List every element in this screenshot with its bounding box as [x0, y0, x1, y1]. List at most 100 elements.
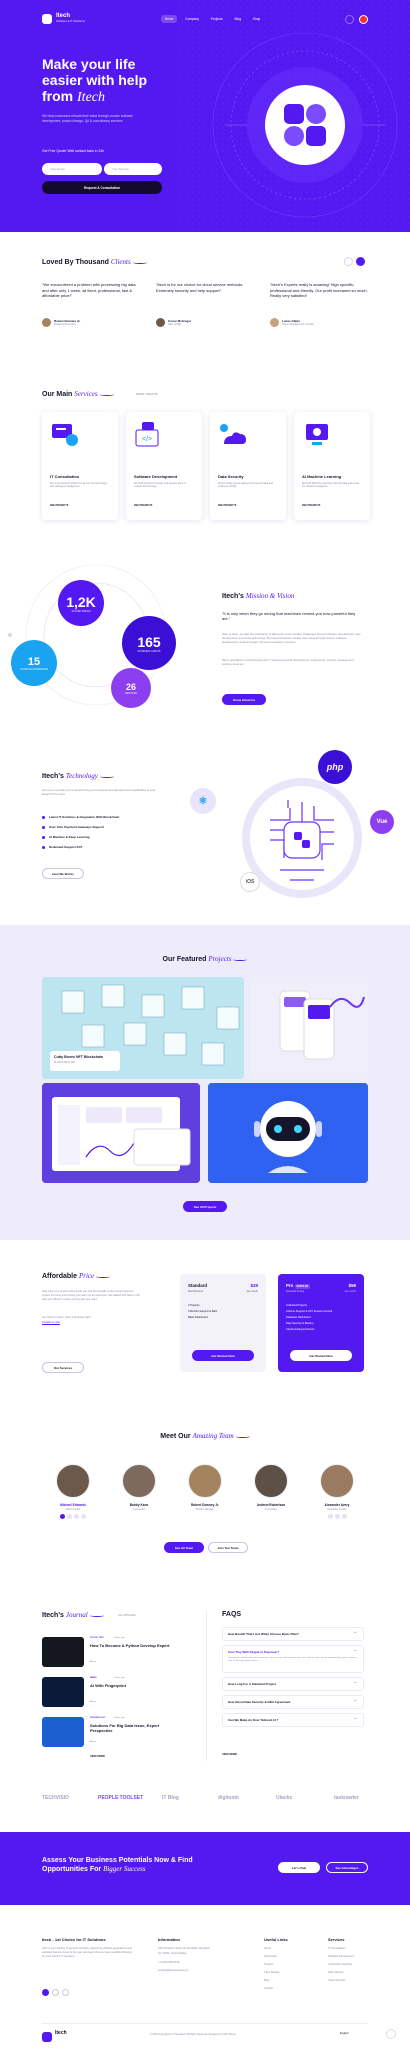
service-card[interactable]: IT Consultation We encountered IT advise…	[42, 412, 118, 520]
avatar	[56, 1464, 90, 1498]
project-caption: Cutty Boxes NFT Blockchain BLOCKCHAIN, N…	[50, 1051, 120, 1071]
footer-logo[interactable]	[42, 2029, 52, 2047]
post-thumbnail	[42, 1677, 84, 1707]
request-consultation-button[interactable]: Request A Consultation	[42, 181, 162, 194]
projects-section: Our Featured Projects Cutty Boxes NFT Bl…	[0, 925, 410, 1240]
service-select[interactable]: Your Service ⌄	[104, 163, 162, 175]
twitter-icon[interactable]	[52, 1989, 59, 1996]
post-thumbnail	[42, 1717, 84, 1747]
journal-post[interactable]: NEWS 2 days ago AI With Fingerprint Admin	[42, 1677, 192, 1711]
footer-about-text: Itech is your leading IT services compan…	[42, 1947, 132, 1958]
see-projects-link[interactable]: SEE PROJECTS	[302, 504, 320, 507]
faq-item[interactable]: Can We Make An Over Tailored AI ?	[222, 1713, 364, 1727]
faq-item[interactable]: How Long For A Standard Project	[222, 1677, 364, 1691]
testimonial-author: Robert Downey Jr. Marketing Executive	[42, 318, 80, 327]
service-card[interactable]: </> Software Development We build produc…	[126, 412, 202, 520]
linkedin-icon[interactable]	[62, 1989, 69, 1996]
mission-paragraph: We're specialists in technologies and IT…	[222, 658, 355, 666]
team-member[interactable]: Andrew Robertson Co-Founder	[246, 1464, 296, 1511]
get-started-button[interactable]: Get Started Now	[192, 1350, 254, 1361]
see-projects-link[interactable]: SEE PROJECTS	[134, 504, 152, 507]
see-projects-link[interactable]: SEE PROJECTS	[218, 504, 236, 507]
faq-item-open[interactable]: Can I Pay With Paypal or Payoneer? Throu…	[222, 1645, 364, 1673]
testimonial-quote: "We encountered a problem with processin…	[42, 282, 136, 299]
menu-item-shop[interactable]: Shop	[249, 15, 264, 23]
language-select[interactable]: English	[340, 2032, 349, 2035]
faq-item[interactable]: How About Data Security & NDA Agreement	[222, 1695, 364, 1709]
join-team-button[interactable]: Join Our Team	[208, 1542, 248, 1553]
team-member[interactable]: Alexander Avery Developer Leader	[312, 1464, 362, 1519]
project-card-dashboard[interactable]	[42, 1083, 200, 1183]
know-about-us-button[interactable]: Know About Us	[222, 694, 266, 705]
divider	[206, 1611, 207, 1761]
see-all-projects-button[interactable]: See All Projects	[183, 1201, 227, 1212]
get-started-button[interactable]: Get Started Now	[290, 1350, 352, 1361]
our-services-button[interactable]: Our Services	[42, 1362, 84, 1373]
brand-name[interactable]: Itech Software & IT Solutions	[56, 13, 85, 25]
services-link[interactable]: WE'RE CREATIVE	[136, 393, 158, 396]
pricing-card-standard: Standard Best Business $29 /per month 2 …	[180, 1274, 266, 1372]
language-flag-icon[interactable]	[358, 14, 368, 24]
footer-links-title: Useful Links	[264, 1937, 288, 1942]
testimonial-quote: "Itech is for our choice for cloud servi…	[156, 282, 244, 293]
see-all-team-button[interactable]: See All Team	[164, 1542, 204, 1553]
ai-brain-icon	[306, 424, 328, 445]
tech-feature: Over 100+ Payment Gateways Support	[42, 825, 104, 829]
services-title: Our Main Services	[42, 390, 114, 398]
hero-section: Itech Software & IT Solutions Home Compan…	[0, 0, 410, 232]
footer-info-title: Information	[158, 1937, 180, 1942]
team-member[interactable]: Michael Edwards CEO Founder	[48, 1464, 98, 1519]
code-window-icon: </>	[135, 422, 159, 447]
project-card-robot[interactable]	[208, 1083, 368, 1183]
pricing-card-pro: Pro POPULAR Extended Pricing $59 /per mo…	[278, 1274, 364, 1372]
menu-item-blog[interactable]: Blog	[230, 15, 244, 23]
menu-item-home[interactable]: Home	[160, 15, 178, 23]
mission-paragraph: Here at Itech, we take the philosophy of…	[222, 632, 361, 644]
email-input[interactable]: Your Email	[42, 163, 102, 175]
php-icon: php	[318, 750, 352, 784]
service-card[interactable]: Data Security Protect whole system data …	[210, 412, 286, 520]
faq-item[interactable]: How Benefit That I Got When Choose Basic…	[222, 1627, 364, 1641]
footer-services-title: Services	[328, 1937, 345, 1942]
partner-logo: Ulacks	[276, 1795, 293, 1801]
technology-section: Itech's Technology Get more out what you…	[0, 740, 410, 925]
testimonial-author: Lucas Gilpin Project Management, Founder	[270, 318, 314, 327]
journal-view-more-link[interactable]: VIEW MORE	[90, 1755, 105, 1758]
footer-about-title: Itech - 1st Choice for IT Solutions	[42, 1937, 106, 1942]
stat-bubble: 165 SATISFIED CLIENTS	[122, 616, 176, 670]
tech-feature: AI Machine & Deep Learning	[42, 835, 90, 839]
team-section: Meet Our Amazing Team Michael Edwards CE…	[0, 1420, 410, 1585]
project-card-nft[interactable]: Cutty Boxes NFT Blockchain BLOCKCHAIN, N…	[42, 977, 244, 1079]
scroll-top-icon[interactable]	[386, 2029, 396, 2039]
hero-quote-note: Get Free Quote! Well contact back in 24h	[42, 149, 105, 153]
hero-title: Make your life easier with help from Ite…	[42, 56, 148, 105]
chevron-down-icon: ⌄	[154, 167, 157, 171]
tech-feature: Latest IT Solutions & Integration With B…	[42, 815, 119, 819]
search-icon[interactable]	[344, 14, 354, 24]
team-member[interactable]: Bobby Kane Co-Founder	[114, 1464, 164, 1511]
faq-view-more-link[interactable]: VIEW MORE	[222, 1753, 237, 1756]
contact-link[interactable]: Contact us now	[42, 1321, 60, 1324]
all-articles-link[interactable]: ALL ARTICLES	[118, 1614, 136, 1617]
menu-item-projects[interactable]: Projects	[207, 15, 227, 23]
project-card-mobile-app[interactable]	[250, 977, 368, 1079]
journal-faq-section: Itech's Journal ALL ARTICLES TOOLS, TIPS…	[0, 1585, 410, 1785]
divider	[42, 2023, 368, 2024]
prev-arrow-icon[interactable]	[344, 257, 353, 266]
journal-post[interactable]: TOOLS, TIPS 3 days ago How To Become A Py…	[42, 1637, 192, 1671]
team-member[interactable]: Robert Downey Jr. Product Manager	[180, 1464, 230, 1511]
see-projects-link[interactable]: SEE PROJECTS	[50, 504, 68, 507]
next-arrow-icon[interactable]	[356, 257, 365, 266]
journal-post[interactable]: TECHNOLOGY 3 days ago Solutions For Big D…	[42, 1717, 192, 1751]
svg-text:</>: </>	[142, 436, 152, 443]
how-we-works-button[interactable]: How We Works	[42, 868, 84, 879]
lets-chat-button[interactable]: Let's Chat	[278, 1862, 320, 1873]
service-card[interactable]: AI Machine Learning We build Machine Lea…	[294, 412, 370, 520]
brand-logo-icon[interactable]	[42, 14, 52, 24]
faq-title: FAQS	[222, 1611, 242, 1618]
see-advantages-button[interactable]: See Advantages	[326, 1862, 368, 1873]
menu-item-company[interactable]: Company	[181, 15, 203, 23]
partner-logo: PEOPLE TOOLSET	[98, 1795, 144, 1801]
popular-badge: POPULAR	[294, 1284, 311, 1289]
facebook-icon[interactable]	[42, 1989, 49, 1996]
